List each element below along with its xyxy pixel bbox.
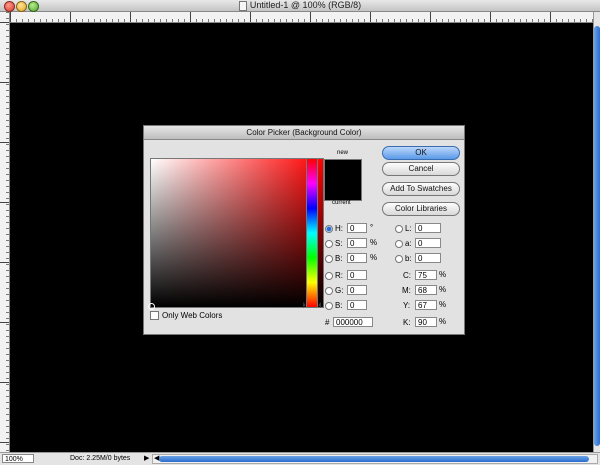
red-input[interactable]: 0 xyxy=(347,270,367,280)
yellow-unit: % xyxy=(439,300,447,309)
color-libraries-button[interactable]: Color Libraries xyxy=(382,202,460,216)
only-web-colors-label: Only Web Colors xyxy=(162,311,223,320)
a-channel-radio[interactable] xyxy=(395,240,403,248)
hex-input[interactable]: 000000 xyxy=(333,317,373,327)
magenta-label: M: xyxy=(402,286,411,295)
zoom-level-field[interactable]: 100% xyxy=(2,454,34,463)
yellow-input[interactable]: 67 xyxy=(415,300,437,310)
hex-label: # xyxy=(325,318,330,327)
saturation-radio[interactable] xyxy=(325,240,333,248)
window-title-bar: Untitled-1 @ 100% (RGB/8) xyxy=(0,0,600,12)
vertical-scrollbar[interactable] xyxy=(593,12,600,453)
red-label: R: xyxy=(335,271,343,280)
brightness-radio[interactable] xyxy=(325,255,333,263)
horizontal-scroll-thumb[interactable] xyxy=(159,456,589,462)
color-preview-swatch[interactable] xyxy=(324,159,362,201)
hue-label: H: xyxy=(335,224,343,233)
new-color-label: new xyxy=(337,150,349,156)
a-channel-label: a: xyxy=(405,239,412,248)
brightness-unit: % xyxy=(370,253,378,262)
color-field-marker[interactable] xyxy=(148,303,155,310)
cyan-label: C: xyxy=(403,271,411,280)
black-input[interactable]: 90 xyxy=(415,317,437,327)
magenta-input[interactable]: 68 xyxy=(415,285,437,295)
document-info[interactable]: Doc: 2.25M/0 bytes xyxy=(70,454,130,464)
cyan-input[interactable]: 75 xyxy=(415,270,437,280)
blue-input[interactable]: 0 xyxy=(347,300,367,310)
vertical-ruler-major-ticks xyxy=(0,22,9,453)
a-channel-input[interactable]: 0 xyxy=(415,238,441,248)
b-channel-radio[interactable] xyxy=(395,255,403,263)
magenta-unit: % xyxy=(439,285,447,294)
ok-button[interactable]: OK xyxy=(382,146,460,160)
hue-slider[interactable] xyxy=(306,158,318,308)
b-channel-input[interactable]: 0 xyxy=(415,253,441,263)
saturation-unit: % xyxy=(370,238,378,247)
blue-label: B: xyxy=(335,301,343,310)
hue-unit: ° xyxy=(370,223,374,232)
add-to-swatches-button[interactable]: Add To Swatches xyxy=(382,182,460,196)
horizontal-scrollbar[interactable]: ◀ xyxy=(152,454,598,464)
hue-input[interactable]: 0 xyxy=(347,223,367,233)
green-input[interactable]: 0 xyxy=(347,285,367,295)
blue-radio[interactable] xyxy=(325,302,333,310)
vertical-scroll-thumb[interactable] xyxy=(594,26,600,446)
document-icon xyxy=(238,0,247,11)
green-label: G: xyxy=(335,286,344,295)
red-radio[interactable] xyxy=(325,272,333,280)
green-radio[interactable] xyxy=(325,287,333,295)
hue-slider-left-handle[interactable] xyxy=(303,302,306,308)
status-menu-arrow-icon[interactable]: ▶ xyxy=(144,455,149,463)
b-channel-label: b: xyxy=(405,254,412,263)
saturation-label: S: xyxy=(335,239,343,248)
window-title: Untitled-1 @ 100% (RGB/8) xyxy=(0,0,600,11)
lightness-radio[interactable] xyxy=(395,225,403,233)
color-field[interactable] xyxy=(148,158,324,310)
lightness-label: L: xyxy=(405,224,412,233)
saturation-input[interactable]: 0 xyxy=(347,238,367,248)
hue-slider-right-handle[interactable] xyxy=(318,302,321,308)
brightness-input[interactable]: 0 xyxy=(347,253,367,263)
color-picker-dialog: Color Picker (Background Color) Only Web… xyxy=(143,125,465,335)
only-web-colors-checkbox[interactable] xyxy=(150,311,159,320)
yellow-label: Y: xyxy=(403,301,411,310)
status-bar: 100% Doc: 2.25M/0 bytes ▶ ◀ xyxy=(0,452,600,465)
dialog-title: Color Picker (Background Color) xyxy=(144,126,464,140)
lightness-input[interactable]: 0 xyxy=(415,223,441,233)
current-color-label: current xyxy=(332,200,351,206)
brightness-label: B: xyxy=(335,254,343,263)
hue-radio[interactable] xyxy=(325,225,333,233)
horizontal-ruler-major-ticks xyxy=(10,12,594,22)
black-unit: % xyxy=(439,317,447,326)
black-label: K: xyxy=(403,318,411,327)
cyan-unit: % xyxy=(439,270,447,279)
cancel-button[interactable]: Cancel xyxy=(382,162,460,176)
